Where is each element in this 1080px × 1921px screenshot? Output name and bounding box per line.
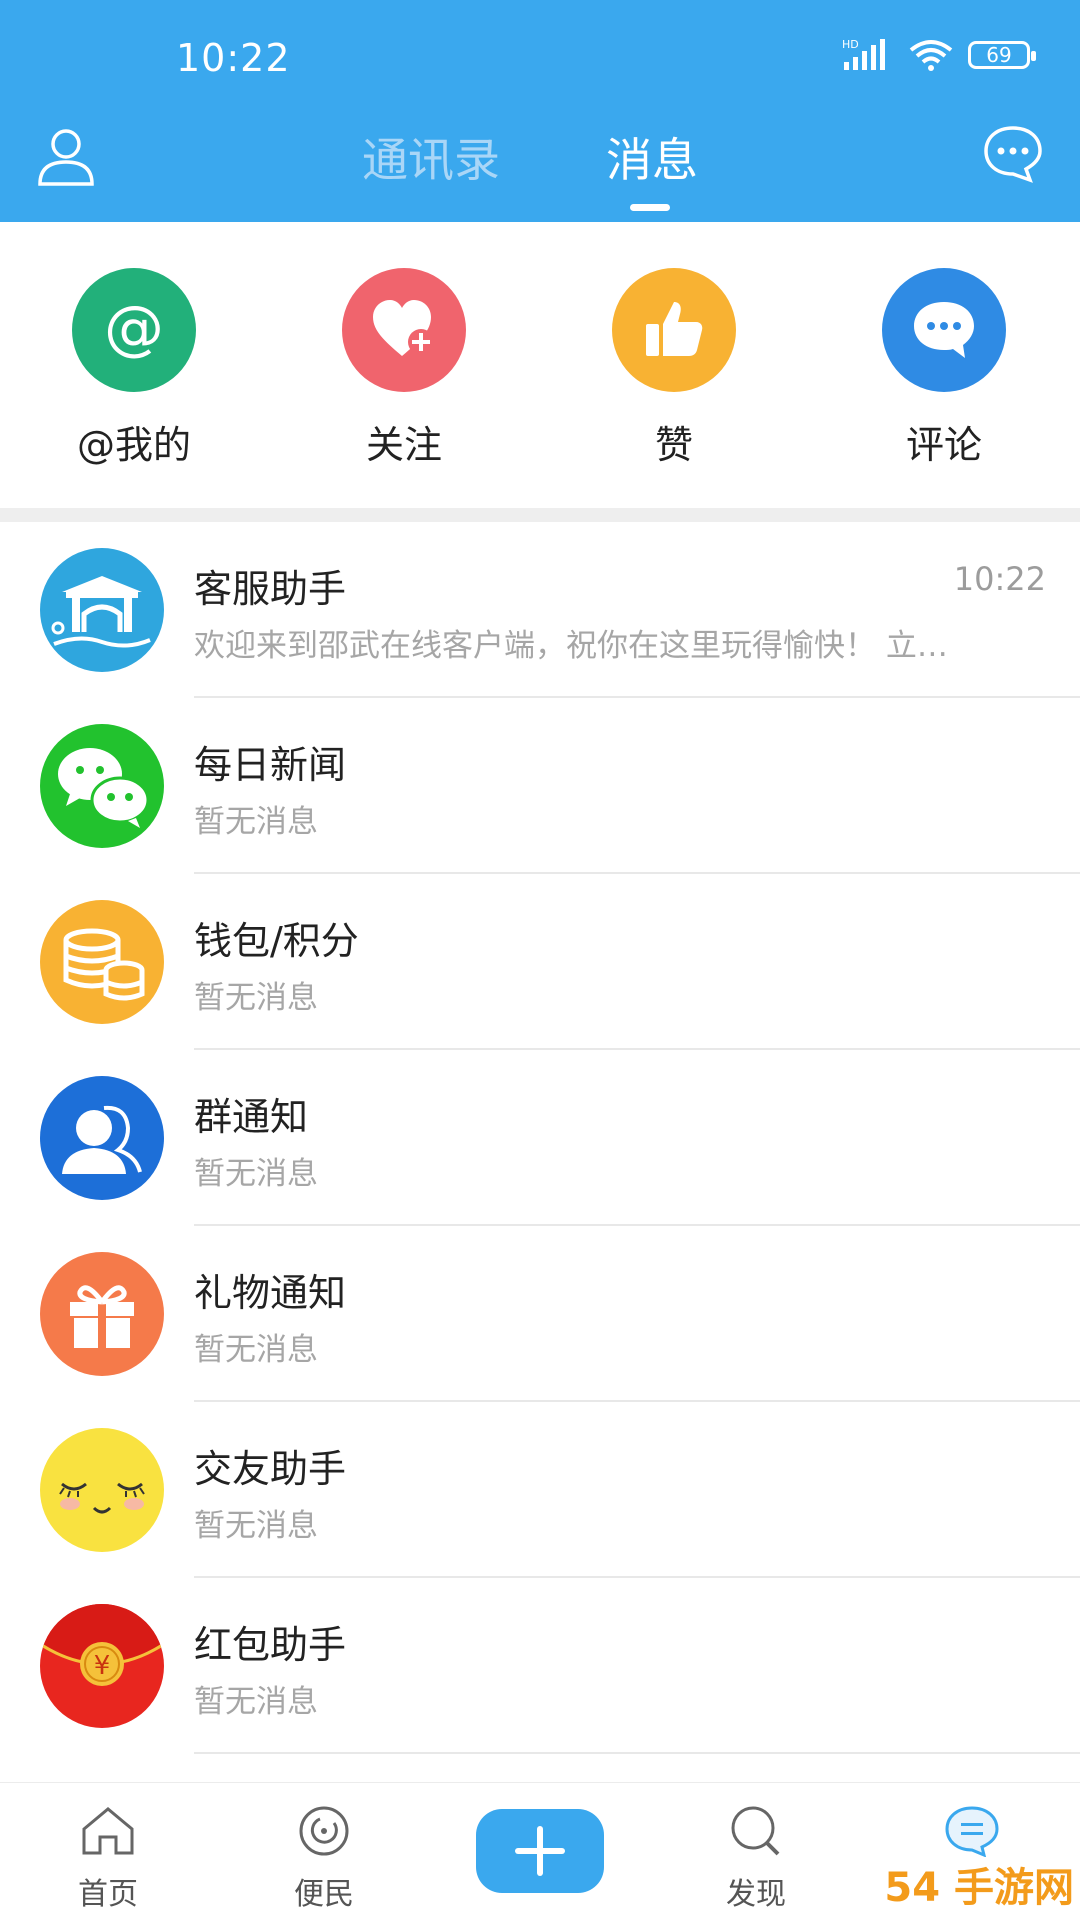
discover-icon [731,1806,780,1856]
message-title: 交友助手 [194,1447,347,1491]
quick-action-label: 关注 [365,423,442,467]
message-row-wallet[interactable]: 钱包/积分 暂无消息 [0,874,1080,1050]
comment-icon [882,268,1006,392]
quick-action-label: @我的 [76,423,191,467]
plus-icon [515,1826,565,1876]
group-icon [40,1076,164,1200]
svg-text:¥: ¥ [94,1651,111,1681]
at-icon: @ [72,268,196,392]
gate-icon [40,548,164,672]
signal-icon: HD [842,38,885,70]
tab-indicator [630,204,670,211]
heart-plus-icon [342,268,466,392]
wifi-icon [909,40,953,71]
top-header: 10:22 HD 69 通讯录 消息 [0,0,1080,222]
coins-icon [40,900,164,1024]
watermark-logo: 54 手游网 [884,1865,1074,1911]
status-time: 10:22 [176,36,291,80]
nav-label: 首页 [78,1877,138,1912]
svg-text:@: @ [104,295,164,363]
row-divider [194,1752,1080,1754]
message-preview: 暂无消息 [194,1684,318,1720]
svg-text:HD: HD [842,38,859,51]
section-divider [0,508,1080,522]
message-title: 红包助手 [194,1623,347,1667]
battery-indicator: 69 [968,41,1036,69]
nav-services[interactable]: 便民 [264,1805,384,1913]
wechat-icon [40,724,164,848]
quick-action-likes[interactable]: 赞 [574,268,774,469]
message-title: 礼物通知 [194,1271,347,1315]
quick-action-label: 赞 [654,423,693,467]
message-title: 每日新闻 [194,743,347,787]
message-preview: 欢迎来到邵武在线客户端，祝你在这里玩得愉快！ 立… [194,628,948,664]
message-preview: 暂无消息 [194,1156,318,1192]
message-row-red-envelope[interactable]: ¥ 红包助手 暂无消息 [0,1578,1080,1754]
message-preview: 暂无消息 [194,980,318,1016]
message-preview: 暂无消息 [194,1332,318,1368]
message-icon [945,1806,999,1858]
nav-home[interactable]: 首页 [48,1805,168,1913]
status-icons: HD 69 [842,38,1036,72]
message-row-dating-assistant[interactable]: 交友助手 暂无消息 [0,1402,1080,1578]
quick-action-follow[interactable]: 关注 [304,268,504,469]
publish-button[interactable] [476,1809,604,1893]
tab-contacts[interactable]: 通讯录 [362,124,500,190]
chat-bubble-icon[interactable] [982,124,1044,184]
thumbs-up-icon [612,268,736,392]
message-time: 10:22 [953,560,1046,598]
home-icon [82,1807,134,1855]
nav-label: 便民 [294,1877,354,1912]
quick-action-comments[interactable]: 评论 [844,268,1044,469]
message-title: 群通知 [194,1095,309,1139]
message-title: 客服助手 [194,567,347,611]
bottom-navigation: 首页 便民 发现 54 手游网 [0,1782,1080,1921]
message-row-group-notice[interactable]: 群通知 暂无消息 [0,1050,1080,1226]
message-row-gift-notice[interactable]: 礼物通知 暂无消息 [0,1226,1080,1402]
header-tabs: 通讯录 消息 [0,124,1080,194]
message-preview: 暂无消息 [194,1508,318,1544]
message-list: 客服助手 10:22 欢迎来到邵武在线客户端，祝你在这里玩得愉快！ 立… 每日新… [0,522,1080,1754]
gift-icon [40,1252,164,1376]
smile-face-icon [40,1428,164,1552]
message-row-customer-service[interactable]: 客服助手 10:22 欢迎来到邵武在线客户端，祝你在这里玩得愉快！ 立… [0,522,1080,698]
nav-label: 发现 [726,1877,786,1912]
message-row-daily-news[interactable]: 每日新闻 暂无消息 [0,698,1080,874]
nav-discover[interactable]: 发现 [696,1805,816,1913]
message-preview: 暂无消息 [194,804,318,840]
tab-messages[interactable]: 消息 [606,124,698,190]
quick-action-mentions[interactable]: @ @我的 [34,268,234,469]
service-icon [299,1806,349,1856]
message-title: 钱包/积分 [194,919,359,963]
red-envelope-icon: ¥ [40,1604,164,1728]
quick-actions: @ @我的 关注 赞 评论 [0,222,1080,508]
quick-action-label: 评论 [905,423,982,467]
